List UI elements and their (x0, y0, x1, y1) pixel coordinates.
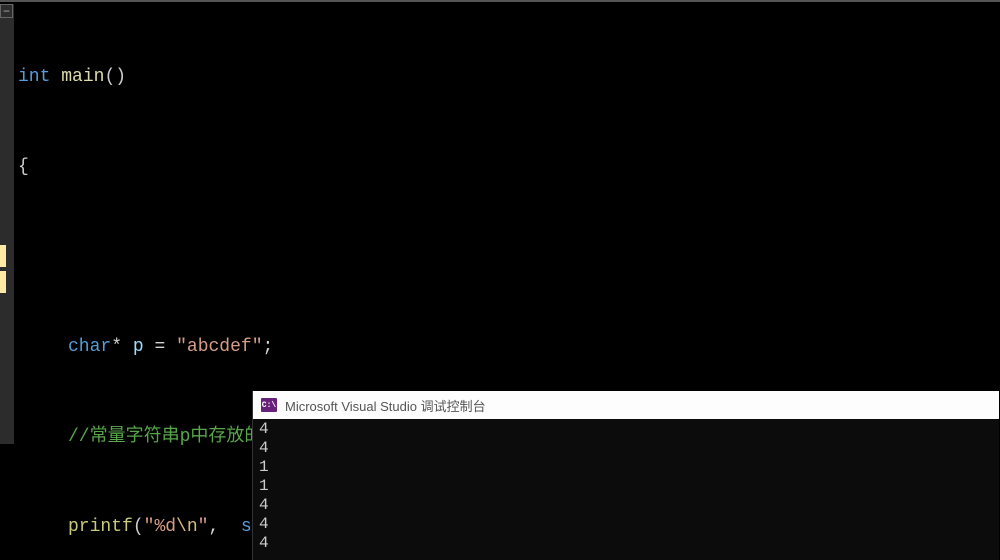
editor-gutter: − (0, 4, 14, 444)
console-line: 4 (259, 515, 993, 534)
fold-minus-icon[interactable]: − (0, 4, 13, 18)
console-titlebar[interactable]: C:\ Microsoft Visual Studio 调试控制台 (253, 391, 999, 419)
console-title: Microsoft Visual Studio 调试控制台 (285, 396, 486, 415)
console-line: 4 (259, 496, 993, 515)
change-markers (0, 245, 6, 297)
code-line: char* p = "abcdef"; (18, 332, 687, 362)
console-line: 1 (259, 477, 993, 496)
code-editor[interactable]: − int main() { char* p = "abcdef"; //常量字… (0, 0, 1000, 560)
code-line: int main() (18, 62, 687, 92)
debug-console-window[interactable]: C:\ Microsoft Visual Studio 调试控制台 4 4 1 … (252, 391, 999, 560)
console-output[interactable]: 4 4 1 1 4 4 4 (253, 419, 999, 560)
console-line: 4 (259, 420, 993, 439)
code-line (18, 242, 687, 272)
console-line: 1 (259, 458, 993, 477)
vs-console-icon: C:\ (261, 398, 277, 412)
code-line: { (18, 152, 687, 182)
console-line: 4 (259, 534, 993, 553)
console-line: 4 (259, 439, 993, 458)
